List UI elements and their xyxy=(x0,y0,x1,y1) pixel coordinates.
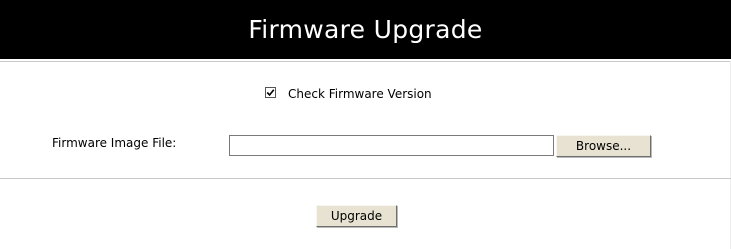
firmware-image-file-label: Firmware Image File: xyxy=(52,136,177,150)
check-firmware-version-checkbox[interactable] xyxy=(265,86,276,98)
top-divider xyxy=(0,61,731,62)
page-title: Firmware Upgrade xyxy=(0,0,731,59)
section-divider xyxy=(0,178,731,179)
firmware-upgrade-page: Firmware Upgrade Check Firmware Version … xyxy=(0,0,731,249)
checkmark-icon xyxy=(266,88,275,96)
browse-button[interactable]: Browse... xyxy=(556,135,651,157)
check-firmware-version-option[interactable]: Check Firmware Version xyxy=(265,85,432,103)
upgrade-button[interactable]: Upgrade xyxy=(316,205,397,227)
check-firmware-version-label: Check Firmware Version xyxy=(288,87,432,101)
firmware-image-file-input[interactable] xyxy=(229,135,554,156)
